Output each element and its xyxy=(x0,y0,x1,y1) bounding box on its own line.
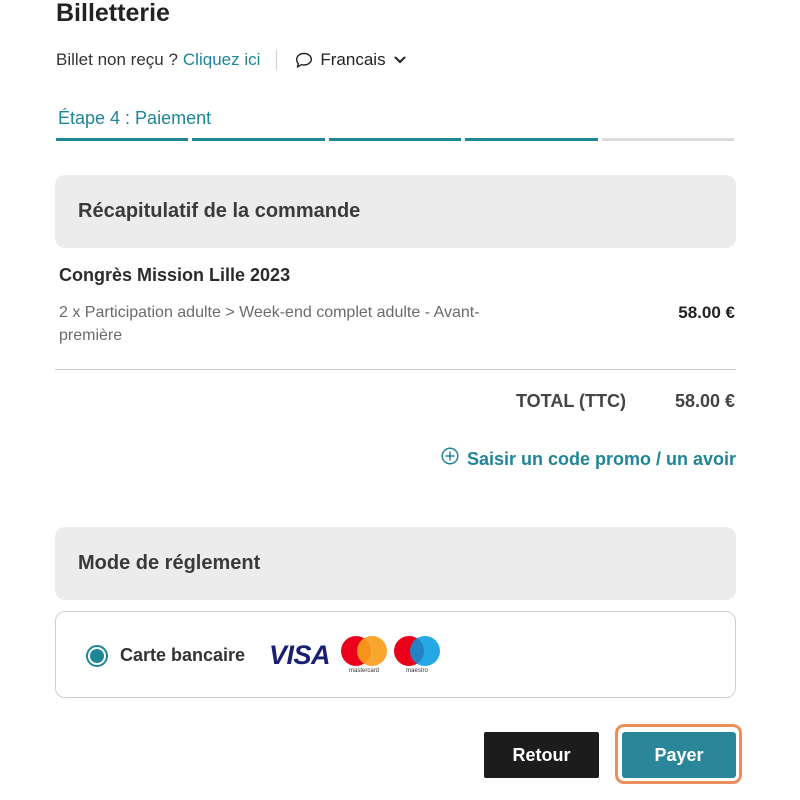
chevron-down-icon xyxy=(394,56,406,64)
mastercard-caption: mastercard xyxy=(348,668,379,674)
payment-method-label: Carte bancaire xyxy=(120,645,246,665)
radio-selected-dot xyxy=(90,649,104,663)
maestro-blue-circle xyxy=(410,636,440,666)
promo-code-label: Saisir un code promo / un avoir xyxy=(466,449,736,469)
card-radio-button[interactable] xyxy=(86,645,108,667)
language-label: Francais xyxy=(320,50,386,69)
step-bar-2 xyxy=(192,138,325,141)
language-selector[interactable]: Francais xyxy=(295,50,406,70)
pay-button[interactable]: Payer xyxy=(622,732,736,778)
step-bar-4 xyxy=(465,138,598,141)
back-button[interactable]: Retour xyxy=(484,732,599,778)
total-label: TOTAL (TTC) xyxy=(516,391,626,411)
order-summary-header: Récapitulatif de la commande xyxy=(55,175,736,248)
event-name: Congrès Mission Lille 2023 xyxy=(59,265,291,285)
promo-code-link[interactable]: Saisir un code promo / un avoir xyxy=(441,447,736,471)
payment-option-card[interactable]: Carte bancaire VISA mastercard maestro xyxy=(55,611,736,698)
step-bar-3 xyxy=(328,138,462,141)
divider xyxy=(276,50,278,70)
click-here-link[interactable]: Cliquez ici xyxy=(183,50,260,70)
order-item-price: 58.00 € xyxy=(678,303,735,322)
step-progress xyxy=(56,138,735,141)
speech-bubble-icon xyxy=(295,52,313,69)
mastercard-logo: mastercard xyxy=(340,636,388,676)
total-value: 58.00 € xyxy=(674,391,735,411)
not-received-text: Billet non reçu ? xyxy=(56,50,178,69)
maestro-caption: maestro xyxy=(406,668,428,674)
ticket-help-bar: Billet non reçu ? Cliquez ici Francais xyxy=(56,48,406,72)
maestro-logo: maestro xyxy=(393,636,441,676)
mastercard-orange-circle xyxy=(357,636,387,666)
page-title: Billetterie xyxy=(56,0,170,27)
visa-logo: VISA xyxy=(269,640,331,670)
step-bar-5 xyxy=(601,138,735,141)
step-bar-1 xyxy=(56,138,189,141)
plus-circle-icon xyxy=(441,447,467,471)
order-item-description: 2 x Participation adulte > Week-end comp… xyxy=(59,304,480,344)
step-label: Étape 4 : Paiement xyxy=(58,108,212,128)
payment-method-header: Mode de réglement xyxy=(55,527,736,600)
summary-separator xyxy=(55,369,736,370)
